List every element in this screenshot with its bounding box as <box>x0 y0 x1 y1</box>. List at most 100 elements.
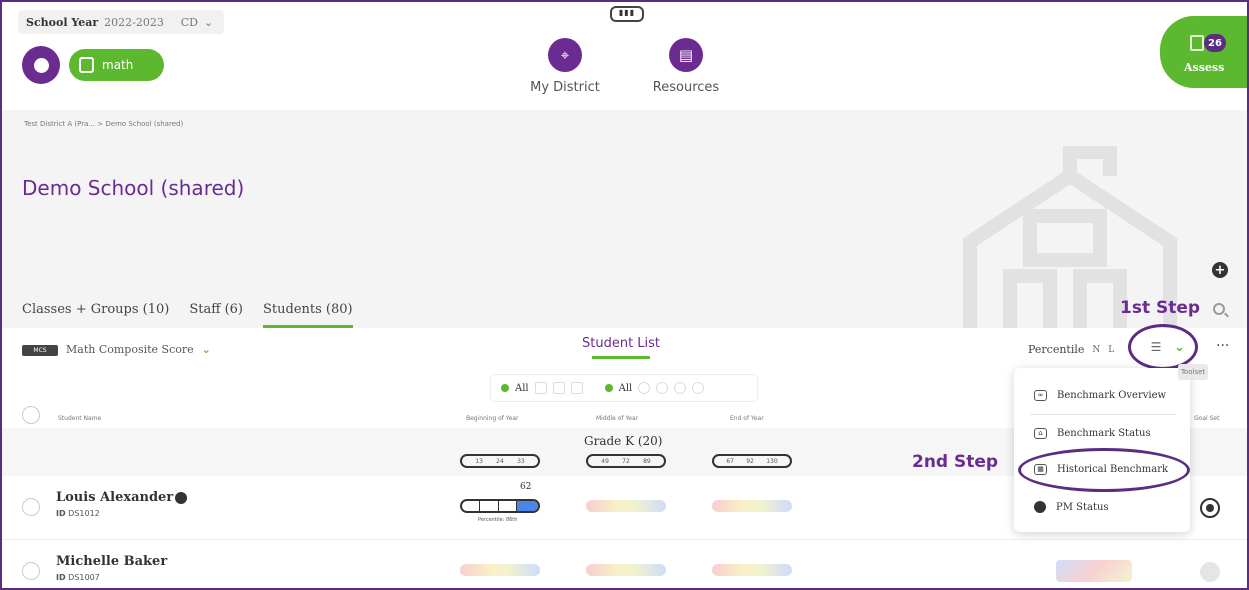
column-end-of-year[interactable]: End of Year <box>730 415 764 422</box>
row-checkbox[interactable] <box>22 498 40 516</box>
menu-item-label: Benchmark Status <box>1057 427 1151 439</box>
goal-set-radio[interactable] <box>1200 498 1220 518</box>
student-id: ID DS1007 <box>56 573 100 582</box>
goal-bar <box>1056 560 1132 582</box>
eoy-score-bar <box>712 500 792 512</box>
more-options-icon[interactable]: ··· <box>1216 338 1229 354</box>
student-name[interactable]: Michelle Baker <box>56 554 167 569</box>
app-window: School Year 2022-2023 CD ⌄ ▮▮▮ math ⌖ My… <box>0 0 1249 590</box>
filter-box-icon[interactable] <box>552 382 565 394</box>
school-year-selector[interactable]: School Year 2022-2023 <box>18 10 172 34</box>
hero-tabs: Classes + Groups (10) Staff (6) Students… <box>22 302 353 328</box>
status-filters: All All <box>490 374 758 402</box>
boy-score-value: 62 <box>520 482 532 492</box>
score-bar-segment <box>480 501 499 511</box>
menu-item-pm-status[interactable]: PM Status <box>1014 490 1190 524</box>
boy-range-high: 33 <box>517 457 525 465</box>
step2-highlight-circle <box>1018 448 1190 492</box>
chevron-down-icon: ⌄ <box>204 15 214 29</box>
goal-set-radio[interactable] <box>1200 562 1220 582</box>
score-type-dropdown[interactable]: Math Composite Score ⌄ <box>66 343 211 356</box>
eoy-range-pill: 67 92 130 <box>712 454 792 468</box>
calculator-icon <box>79 57 94 73</box>
menu-item-benchmark-status[interactable]: ⌂ Benchmark Status <box>1014 416 1190 450</box>
assess-count-badge: 26 <box>1204 34 1226 52</box>
assess-label: Assess <box>1184 61 1225 74</box>
student-list-toolbar: MCS Math Composite Score ⌄ Student List … <box>2 324 1247 370</box>
school-hero: Test District A (Pra... > Demo School (s… <box>2 110 1247 328</box>
boy-range-low: 13 <box>475 457 483 465</box>
tab-staff[interactable]: Staff (6) <box>189 302 243 328</box>
student-id: ID DS1012 <box>56 509 100 518</box>
eoy-range-high: 130 <box>766 457 778 465</box>
filter-round-icon[interactable] <box>638 382 651 394</box>
step1-annotation: 1st Step <box>1120 298 1201 318</box>
percentile-toggle: Percentile N L <box>1028 343 1114 356</box>
menu-item-label: Benchmark Overview <box>1057 389 1167 401</box>
moy-score-bar <box>586 500 666 512</box>
filter-round-icon[interactable] <box>692 382 705 394</box>
student-name-text: Louis Alexander <box>56 490 174 505</box>
moy-score-bar <box>586 564 666 576</box>
column-middle-of-year[interactable]: Middle of Year <box>596 415 638 422</box>
tab-students[interactable]: Students (80) <box>263 302 353 328</box>
filter-dot-icon <box>604 384 613 392</box>
filter-box-icon[interactable] <box>534 382 547 394</box>
menu-item-benchmark-overview[interactable]: ∞ Benchmark Overview <box>1014 378 1190 412</box>
column-beginning-of-year[interactable]: Beginning of Year <box>466 415 518 422</box>
select-all-checkbox[interactable] <box>22 406 40 424</box>
student-name[interactable]: Louis Alexander <box>56 490 188 505</box>
filter-all-1[interactable]: All <box>515 383 529 394</box>
nav-resources[interactable]: ▤ Resources <box>626 38 746 95</box>
filter-dot-icon <box>501 384 509 392</box>
moy-range-mid: 72 <box>622 457 630 465</box>
student-id-value: DS1007 <box>68 573 100 582</box>
menu-divider <box>1030 414 1176 415</box>
tab-classes-groups[interactable]: Classes + Groups (10) <box>22 302 169 328</box>
district-code-value: CD <box>180 15 199 29</box>
chevron-down-icon: ⌄ <box>201 343 211 356</box>
boy-score-bar[interactable] <box>460 499 540 513</box>
student-id-value: DS1012 <box>68 509 100 518</box>
app-switcher-icon[interactable]: ▮▮▮ <box>610 6 644 22</box>
moy-range-low: 49 <box>601 457 609 465</box>
percentile-option-n[interactable]: N <box>1092 345 1100 355</box>
add-button[interactable]: + <box>1212 262 1228 278</box>
column-student-name[interactable]: Student Name <box>58 415 101 422</box>
nav-resources-label: Resources <box>652 80 720 95</box>
score-bar-segment <box>462 501 481 511</box>
student-list-title[interactable]: Student List <box>582 336 660 359</box>
pm-status-icon <box>175 491 188 504</box>
student-id-label: ID <box>56 509 66 518</box>
filter-box-icon[interactable] <box>570 382 583 394</box>
subject-pill[interactable]: math <box>69 49 164 81</box>
student-id-label: ID <box>56 573 66 582</box>
percentile-caption: Percentile: 86th <box>478 517 518 523</box>
row-checkbox[interactable] <box>22 562 40 580</box>
district-code-dropdown[interactable]: CD ⌄ <box>170 10 224 34</box>
filter-round-icon[interactable] <box>674 382 687 394</box>
boy-range-pill: 13 24 33 <box>460 454 540 468</box>
search-icon[interactable] <box>1213 303 1225 315</box>
status-icon: ⌂ <box>1034 427 1047 439</box>
eoy-score-bar <box>712 564 792 576</box>
percentile-option-l[interactable]: L <box>1108 345 1114 355</box>
filter-all-2[interactable]: All <box>619 383 633 394</box>
clipboard-icon <box>1190 35 1204 51</box>
breadcrumb[interactable]: Test District A (Pra... > Demo School (s… <box>24 120 183 128</box>
moy-range-pill: 49 72 89 <box>586 454 666 468</box>
nav-my-district-label: My District <box>530 80 600 95</box>
location-pin-icon: ⌖ <box>548 38 582 72</box>
subject-label: math <box>102 58 134 72</box>
score-bar-segment <box>499 501 518 511</box>
column-goal-set[interactable]: Goal Set <box>1194 415 1219 422</box>
step2-annotation: 2nd Step <box>912 452 999 472</box>
school-year-label: School Year <box>26 15 99 29</box>
top-header: School Year 2022-2023 CD ⌄ ▮▮▮ math ⌖ My… <box>2 2 1247 110</box>
percentile-label: Percentile <box>1028 343 1085 356</box>
assess-button[interactable]: 26 Assess <box>1160 16 1247 88</box>
nav-my-district[interactable]: ⌖ My District <box>505 38 625 95</box>
score-type-label: Math Composite Score <box>66 343 194 356</box>
filter-round-icon[interactable] <box>656 382 669 394</box>
amplify-logo <box>22 46 60 84</box>
